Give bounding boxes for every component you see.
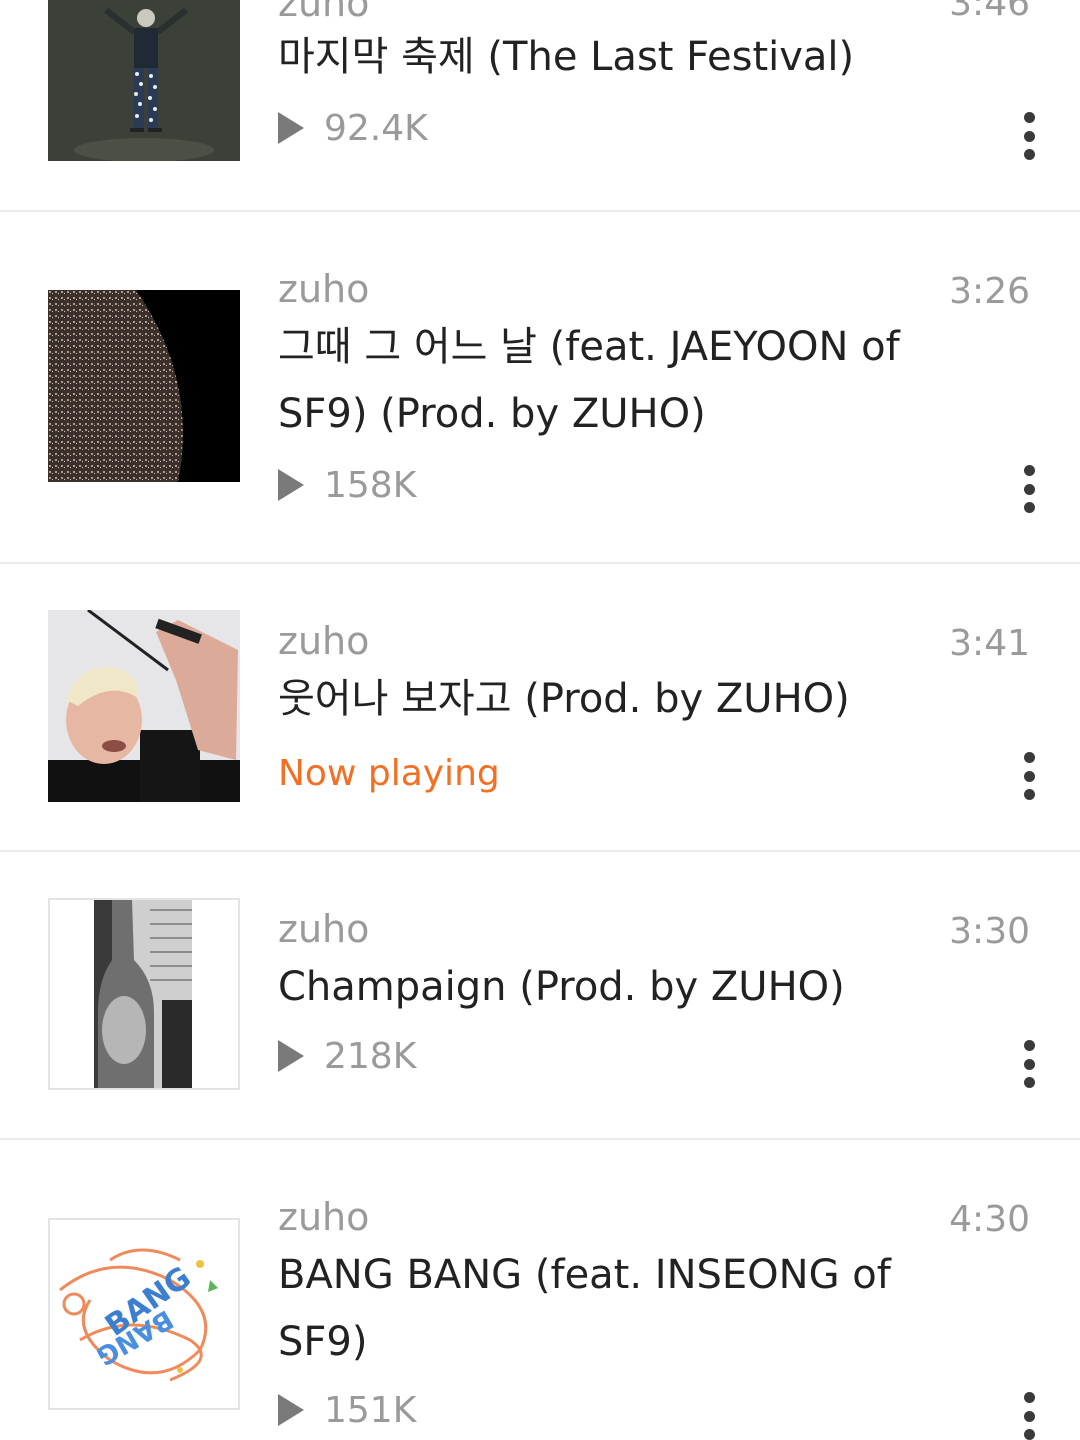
- play-count: 92.4K: [278, 107, 428, 149]
- more-options-icon[interactable]: [1016, 1392, 1042, 1440]
- track-duration: 4:30: [949, 1199, 1030, 1240]
- track-artwork[interactable]: BANG BANG: [48, 1218, 240, 1410]
- play-icon: [278, 1394, 304, 1426]
- play-icon: [278, 112, 304, 144]
- track-title[interactable]: BANG BANG (feat. INSEONG of SF9): [278, 1242, 968, 1376]
- track-artist: zuho: [278, 1195, 370, 1239]
- more-options-icon[interactable]: [1016, 465, 1042, 513]
- track-duration: 3:30: [949, 911, 1030, 952]
- track-title[interactable]: 웃어나 보자고 (Prod. by ZUHO): [278, 666, 968, 733]
- play-count-value: 92.4K: [324, 107, 428, 149]
- track-row[interactable]: BANG BANG zuho 4:30 BANG BANG (feat. INS…: [0, 1140, 1080, 1440]
- track-row[interactable]: zuho 3:30 Champaign (Prod. by ZUHO) 218K: [0, 852, 1080, 1138]
- track-title[interactable]: 그때 그 어느 날 (feat. JAEYOON of SF9) (Prod. …: [278, 314, 968, 448]
- play-count: 218K: [278, 1035, 417, 1077]
- track-title[interactable]: Champaign (Prod. by ZUHO): [278, 954, 968, 1021]
- more-options-icon[interactable]: [1016, 1040, 1042, 1088]
- track-duration: 3:46: [949, 0, 1030, 24]
- more-options-icon[interactable]: [1016, 752, 1042, 800]
- track-artist: zuho: [278, 619, 370, 663]
- track-artist: zuho: [278, 907, 370, 951]
- track-artwork[interactable]: [48, 290, 240, 482]
- play-count-value: 151K: [324, 1389, 417, 1431]
- play-count: 158K: [278, 464, 417, 506]
- more-options-icon[interactable]: [1016, 112, 1042, 160]
- track-artist: zuho: [278, 0, 370, 25]
- track-artwork[interactable]: [48, 610, 240, 802]
- play-count-value: 218K: [324, 1035, 417, 1077]
- track-title[interactable]: 마지막 축제 (The Last Festival): [278, 24, 968, 91]
- track-duration: 3:41: [949, 623, 1030, 664]
- now-playing-label: Now playing: [278, 753, 500, 794]
- track-row[interactable]: zuho 3:41 웃어나 보자고 (Prod. by ZUHO) Now pl…: [0, 564, 1080, 850]
- track-list: zuho 3:46 마지막 축제 (The Last Festival) 92.…: [0, 0, 1080, 1440]
- play-icon: [278, 469, 304, 501]
- track-row[interactable]: zuho 3:26 그때 그 어느 날 (feat. JAEYOON of SF…: [0, 212, 1080, 562]
- play-count: 151K: [278, 1389, 417, 1431]
- track-artwork[interactable]: [48, 898, 240, 1090]
- track-row[interactable]: zuho 3:46 마지막 축제 (The Last Festival) 92.…: [0, 0, 1080, 211]
- track-artist: zuho: [278, 267, 370, 311]
- play-count-value: 158K: [324, 464, 417, 506]
- play-icon: [278, 1040, 304, 1072]
- track-duration: 3:26: [949, 271, 1030, 312]
- track-artwork[interactable]: [48, 0, 240, 161]
